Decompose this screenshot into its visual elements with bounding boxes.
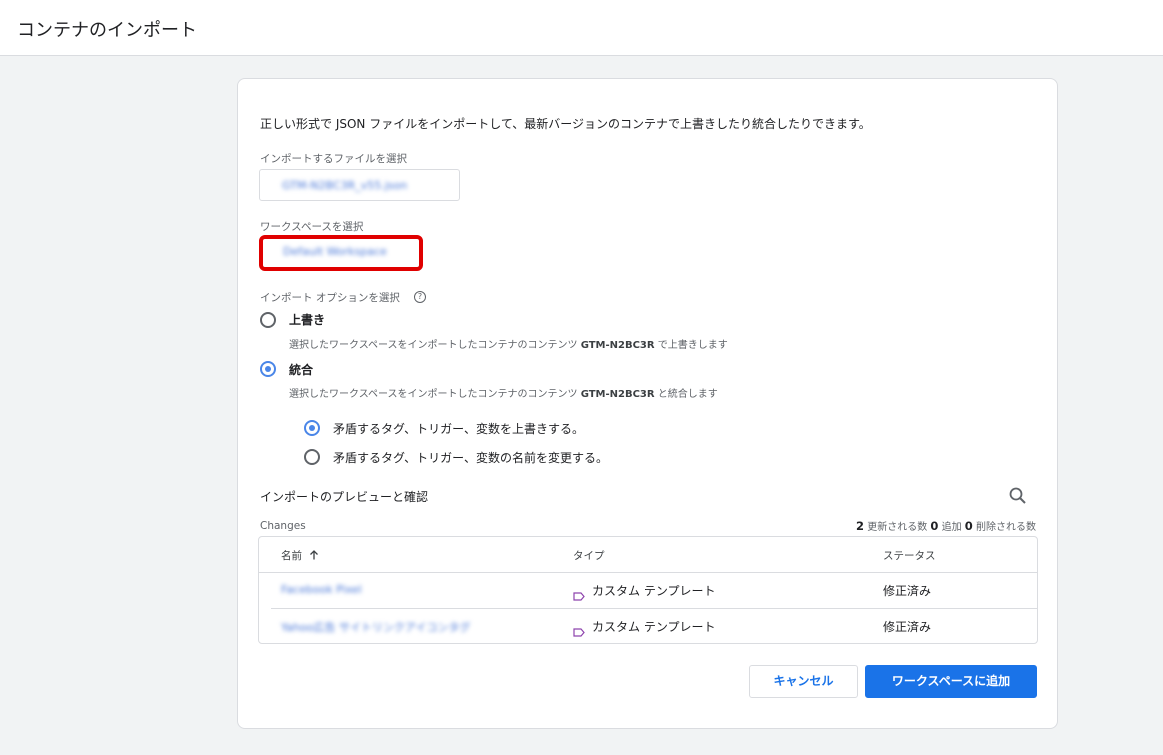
overwrite-radio[interactable] [260,312,276,328]
help-circle-icon[interactable]: ? [414,291,426,303]
row-type: カスタム テンプレート [592,584,716,598]
merge-rename-conflicts-radio[interactable] [304,449,320,465]
top-bar: コンテナのインポート [0,0,1163,56]
arrow-up-icon [310,550,319,560]
overwrite-label: 上書き [289,313,326,327]
intro-text: 正しい形式で JSON ファイルをインポートして、最新バージョンのコンテナで上書… [260,117,871,131]
file-select-label: インポートするファイルを選択 [260,153,407,165]
import-options-label: インポート オプションを選択 [260,292,400,304]
cancel-button[interactable]: キャンセル [749,665,858,698]
table-row[interactable]: Facebook Pixel カスタム テンプレート 修正済み [259,573,1037,608]
changes-label: Changes [260,520,306,532]
table-row[interactable]: Yahoo広告 サイトリンクアイコンタグ カスタム テンプレート 修正済み [259,609,1037,643]
custom-template-icon [573,586,585,605]
add-to-workspace-button[interactable]: ワークスペースに追加 [865,665,1037,698]
merge-overwrite-conflicts-radio[interactable] [304,420,320,436]
merge-label: 統合 [289,363,314,377]
row-status: 修正済み [883,620,932,634]
import-card: 正しい形式で JSON ファイルをインポートして、最新バージョンのコンテナで上書… [237,78,1058,729]
row-name[interactable]: Facebook Pixel [281,583,362,596]
preview-section-title: インポートのプレビューと確認 [260,490,429,504]
changes-summary: 2 更新される数 0 追加 0 削除される数 [856,519,1036,533]
row-name[interactable]: Yahoo広告 サイトリンクアイコンタグ [281,619,470,635]
custom-template-icon [573,622,585,641]
file-select-value: GTM-N2BC3R_v55.json [282,179,408,192]
merge-rename-conflicts-label: 矛盾するタグ、トリガー、変数の名前を変更する。 [333,451,609,465]
merge-overwrite-conflicts-label: 矛盾するタグ、トリガー、変数を上書きする。 [333,422,585,436]
changes-table: 名前 タイプ ステータス Facebook Pixel カスタム テンプレート … [258,536,1038,644]
column-header-type[interactable]: タイプ [573,548,605,563]
column-header-name[interactable]: 名前 [281,548,319,563]
merge-description: 選択したワークスペースをインポートしたコンテナのコンテンツ GTM-N2BC3R… [289,389,718,400]
workspace-select-value: Default Workspace [283,245,387,258]
workspace-select-label: ワークスペースを選択 [260,221,364,233]
workspace-select-field[interactable]: Default Workspace [259,235,423,271]
search-icon[interactable] [1008,486,1028,506]
row-type: カスタム テンプレート [592,620,716,634]
merge-radio[interactable] [260,361,276,377]
page-title: コンテナのインポート [17,20,197,41]
row-status: 修正済み [883,584,932,598]
overwrite-description: 選択したワークスペースをインポートしたコンテナのコンテンツ GTM-N2BC3R… [289,340,728,351]
column-header-status[interactable]: ステータス [883,548,936,563]
file-select-field[interactable]: GTM-N2BC3R_v55.json [259,169,460,201]
